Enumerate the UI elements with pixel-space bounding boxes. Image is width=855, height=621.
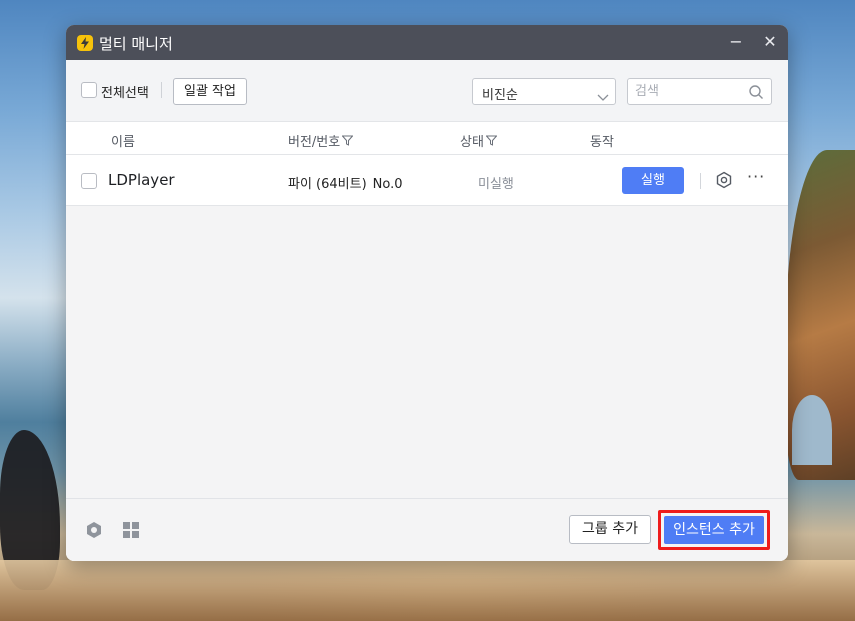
column-header-name: 이름 (111, 131, 135, 150)
row-action-divider (700, 173, 701, 189)
background-beach (0, 560, 855, 621)
filter-icon[interactable] (342, 135, 354, 146)
title-bar[interactable]: 멀티 매니저 − ✕ (66, 25, 788, 60)
highlight-box: 인스턴스 추가 (658, 510, 770, 550)
column-header-version-label: 버전/번호 (288, 135, 341, 150)
settings-gear-icon[interactable] (85, 521, 103, 543)
table-header: 이름 버전/번호 상태 동작 (66, 122, 788, 155)
instance-name: LDPlayer (108, 171, 175, 189)
instance-number: No.0 (372, 177, 403, 192)
instance-list-empty-area (66, 206, 788, 498)
column-header-version[interactable]: 버전/번호 (288, 131, 354, 150)
window-title: 멀티 매니저 (99, 35, 173, 53)
row-checkbox[interactable] (81, 173, 97, 189)
toolbar: 전체선택 일괄 작업 비진순 (66, 60, 788, 122)
sort-dropdown[interactable]: 비진순 (472, 78, 616, 105)
add-instance-button[interactable]: 인스턴스 추가 (664, 516, 764, 544)
column-header-action-label: 동작 (590, 135, 614, 150)
instance-version: 파이 (64비트) No.0 (288, 173, 403, 192)
chevron-down-icon (597, 87, 609, 106)
instance-status: 미실행 (478, 177, 514, 192)
sort-selected-value: 비진순 (482, 88, 518, 103)
instance-version-label: 파이 (64비트) (288, 177, 367, 192)
multi-manager-window: 멀티 매니저 − ✕ 전체선택 일괄 작업 비진순 이름 버전/번호 상태 (66, 25, 788, 561)
select-all-checkbox[interactable] (81, 82, 97, 98)
add-group-button[interactable]: 그룹 추가 (569, 515, 651, 544)
search-input[interactable] (635, 82, 745, 101)
minimize-button[interactable]: − (725, 31, 747, 53)
settings-icon[interactable] (715, 171, 733, 193)
column-header-name-label: 이름 (111, 135, 135, 150)
background-rock-arch (792, 395, 832, 465)
app-logo-icon (77, 35, 93, 51)
more-options-icon[interactable]: ··· (747, 167, 765, 186)
select-all-label[interactable]: 전체선택 (101, 82, 149, 101)
batch-operation-button[interactable]: 일괄 작업 (173, 78, 247, 105)
column-header-status[interactable]: 상태 (460, 131, 497, 150)
column-header-action: 동작 (590, 131, 614, 150)
toolbar-divider (161, 82, 162, 98)
filter-icon[interactable] (485, 135, 497, 146)
column-header-status-label: 상태 (460, 135, 484, 150)
close-button[interactable]: ✕ (759, 31, 781, 53)
footer-bar: 그룹 추가 인스턴스 추가 (66, 498, 788, 561)
search-icon[interactable] (748, 84, 764, 104)
grid-view-icon[interactable] (122, 521, 140, 543)
run-button[interactable]: 실행 (622, 167, 684, 194)
search-box (627, 78, 772, 105)
table-row[interactable]: LDPlayer 파이 (64비트) No.0 미실행 실행 ··· (66, 155, 788, 206)
